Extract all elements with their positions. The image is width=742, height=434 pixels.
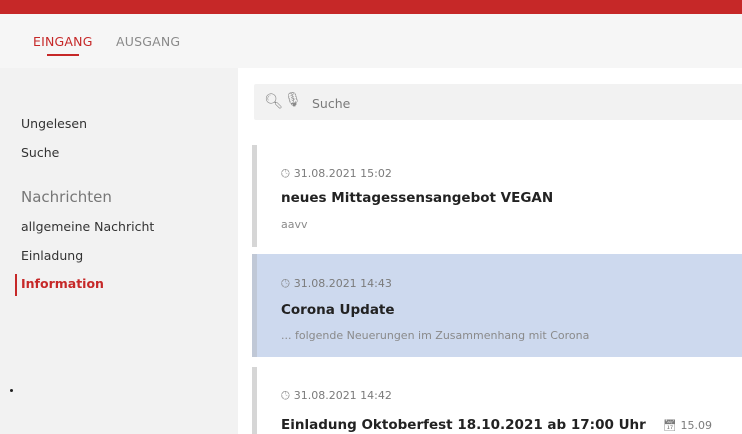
- search-input[interactable]: [310, 92, 734, 114]
- message-date: 🕒︎ 31.08.2021 14:43: [281, 277, 392, 290]
- message-title: Corona Update: [281, 302, 395, 318]
- decorative-dot: [10, 389, 13, 392]
- message-list-pane: 🔍︎ 🎙︎ 🕒︎31.08.2021 15:02 neues Mittagess…: [238, 68, 742, 434]
- mailbox-tabs: EINGANG AUSGANG: [0, 14, 742, 69]
- microphone-icon[interactable]: 🎙︎: [284, 92, 302, 108]
- sidebar-item-information[interactable]: Information: [21, 276, 104, 291]
- clock-icon: 🕒︎: [281, 277, 290, 290]
- sidebar: Ungelesen Suche Nachrichten allgemeine N…: [0, 68, 238, 434]
- message-event-date: 📅︎ 15.09: [663, 419, 712, 432]
- message-date: 🕒︎ 31.08.2021 14:42: [281, 389, 392, 402]
- clock-icon: 🕒︎: [281, 167, 290, 180]
- tab-outbox[interactable]: AUSGANG: [116, 34, 180, 49]
- sidebar-section-title: Nachrichten: [21, 188, 112, 206]
- top-accent-bar: [0, 0, 742, 14]
- tab-inbox[interactable]: EINGANG: [33, 34, 93, 56]
- sidebar-item-unread[interactable]: Ungelesen: [21, 116, 87, 131]
- message-date: 🕒︎ 31.08.2021 15:02: [281, 167, 392, 180]
- sidebar-item-general-message[interactable]: allgemeine Nachricht: [21, 219, 154, 234]
- message-card-selected[interactable]: 🕒︎ 31.08.2021 14:43 Corona Update ... fol…: [252, 254, 742, 357]
- message-title: Einladung Oktoberfest 18.10.2021 ab 17:0…: [281, 417, 646, 433]
- message-preview: ... folgende Neuerungen im Zusammenhang …: [281, 329, 590, 342]
- calendar-icon: 📅︎: [663, 419, 677, 432]
- message-card[interactable]: 🕒︎ 31.08.2021 14:42 Einladung Oktoberfest…: [252, 367, 742, 434]
- clock-icon: 🕒︎: [281, 389, 290, 402]
- search-bar: 🔍︎ 🎙︎: [254, 84, 742, 120]
- search-icon[interactable]: 🔍︎: [264, 92, 283, 110]
- sidebar-item-search[interactable]: Suche: [21, 145, 59, 160]
- message-preview: aavv: [281, 218, 308, 231]
- message-card[interactable]: 🕒︎ 31.08.2021 15:02 neues Mittagessensang…: [252, 145, 742, 247]
- message-title: neues Mittagessensangebot VEGAN: [281, 190, 554, 206]
- sidebar-active-indicator: [15, 274, 17, 296]
- sidebar-item-invitation[interactable]: Einladung: [21, 248, 83, 263]
